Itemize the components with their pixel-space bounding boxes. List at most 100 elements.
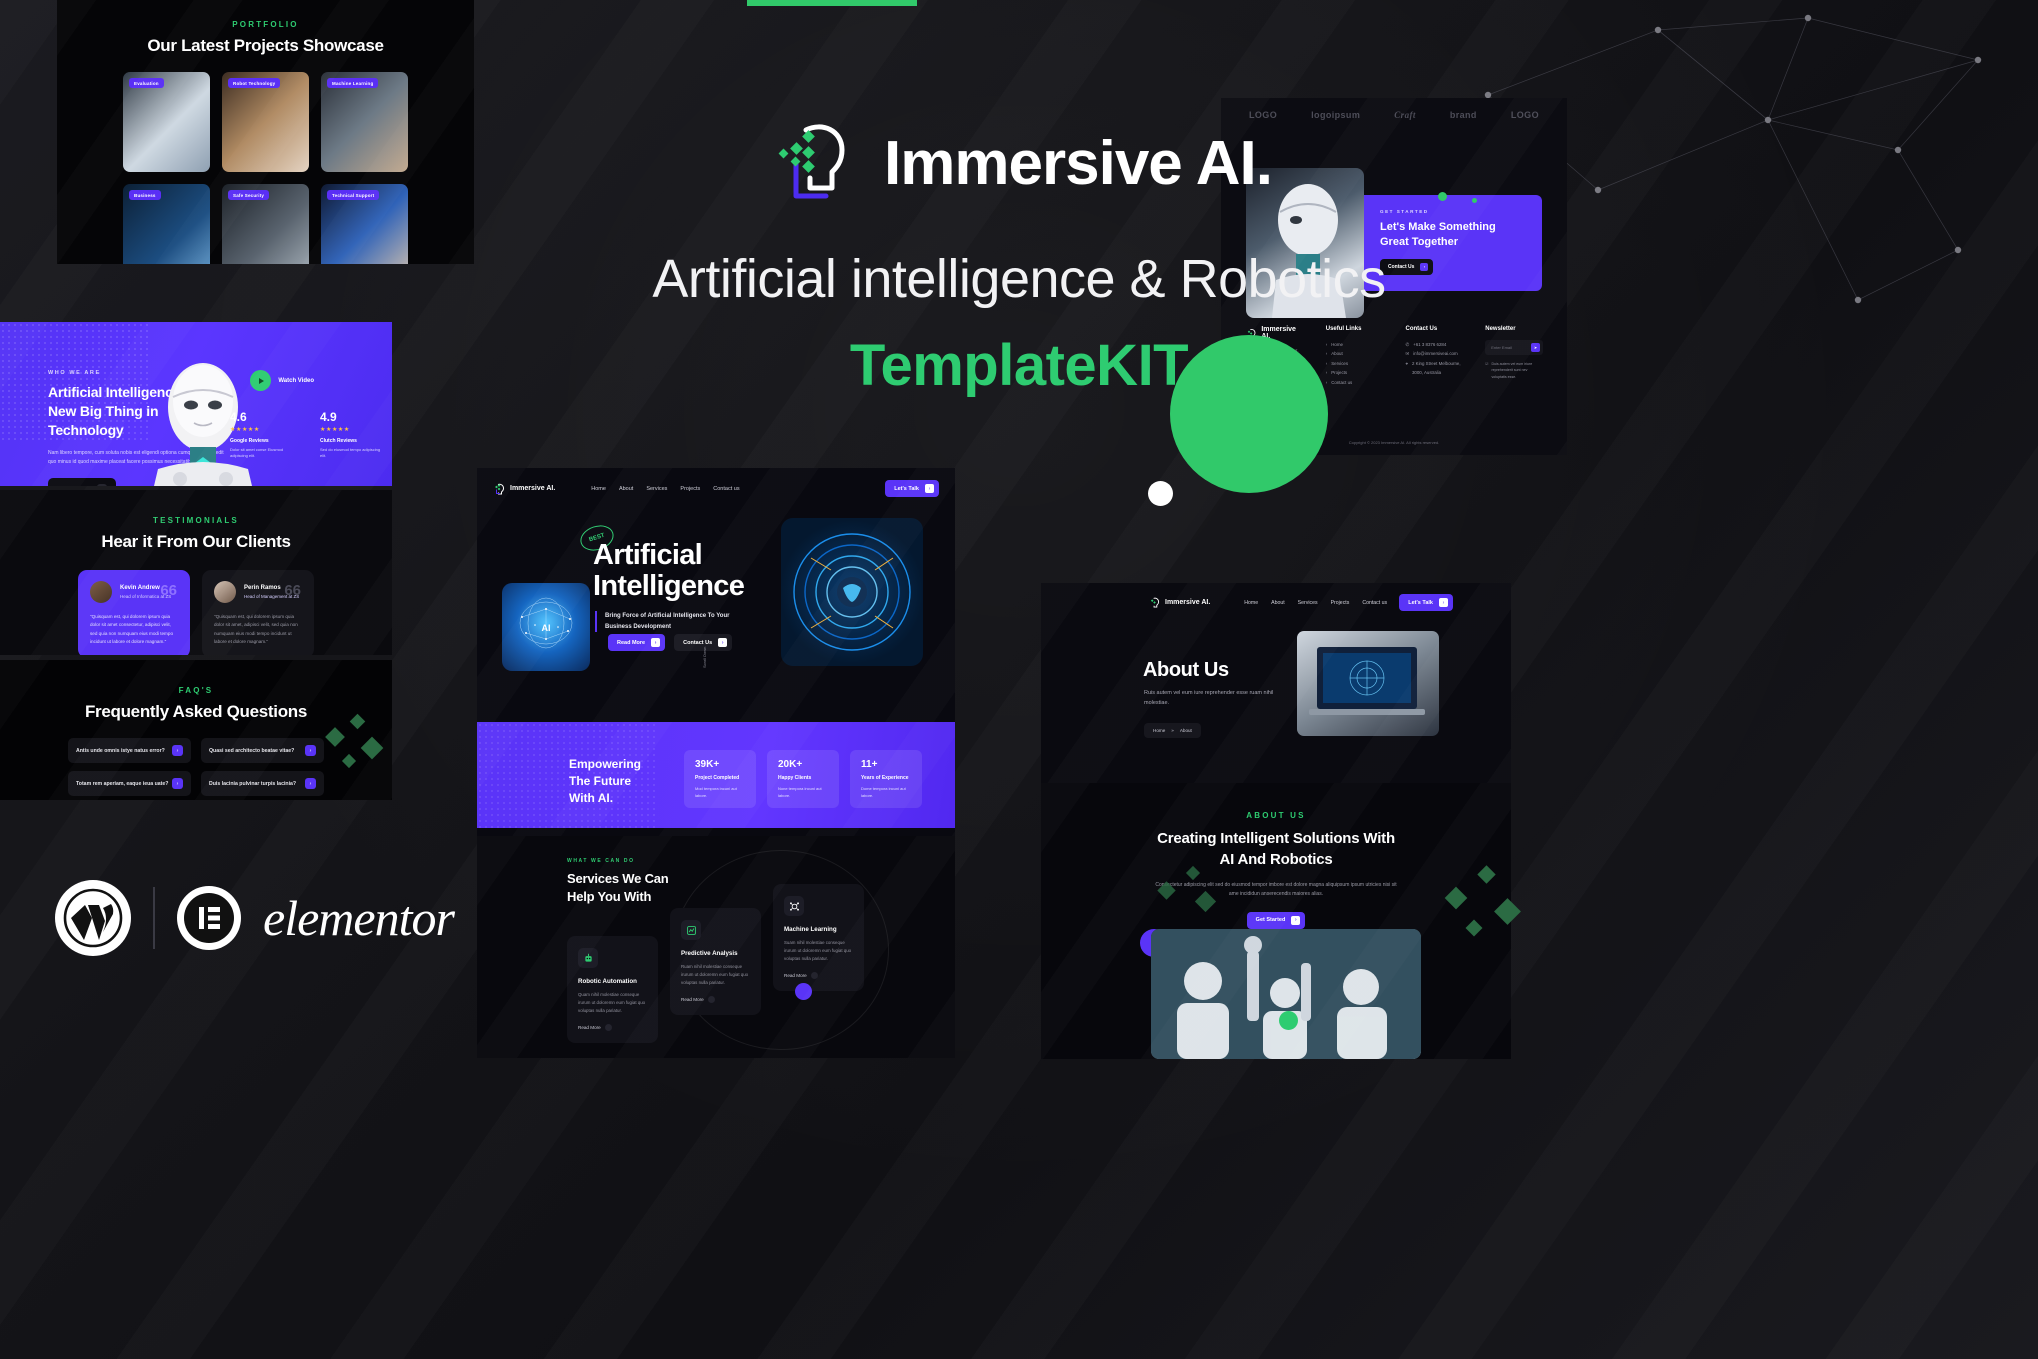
breadcrumb-current: About — [1179, 728, 1192, 733]
faq-item[interactable]: Totam rem aperiam, eaque ieua uate? › — [68, 771, 191, 796]
portfolio-tag: Robot Technology — [228, 78, 281, 88]
about-brand[interactable]: Immersive AI. — [1149, 597, 1210, 608]
portfolio-tag: Machine Learning — [327, 78, 379, 88]
service-readmore[interactable]: Read More — [578, 1023, 647, 1031]
mockup-hero-note: Bring Force of Artificial Intelligence T… — [595, 611, 729, 632]
faq-item[interactable]: Duis lacinia pulvinar turpis lacinia? › — [201, 771, 324, 796]
green-dot-decoration — [1279, 1011, 1298, 1030]
hero-templatekit-label: TemplateKIT — [849, 333, 1189, 398]
stat-label: Years of Experience — [861, 775, 909, 781]
nav-link-home[interactable]: Home — [1244, 600, 1258, 606]
quote-icon: 66 — [284, 582, 301, 599]
service-name: Robotic Automation — [578, 978, 637, 985]
green-diamonds-decoration — [1444, 865, 1521, 937]
platform-logos: elementor — [55, 880, 455, 956]
read-more-button[interactable]: Read More › — [608, 634, 666, 651]
nav-link-contact[interactable]: Contact us — [713, 486, 739, 492]
rating-score: 4.6 — [230, 410, 247, 424]
green-diamonds-decoration — [1157, 865, 1217, 913]
creating-eyebrow: ABOUT US — [1246, 811, 1306, 820]
faq-question: Duis lacinia pulvinar turpis lacinia? — [209, 780, 297, 787]
elementor-wordmark: elementor — [263, 890, 455, 946]
get-started-button[interactable]: Get Started › — [48, 477, 117, 486]
service-readmore[interactable]: Read More — [784, 971, 853, 979]
about-brand-label: Immersive AI. — [1165, 599, 1211, 606]
service-card[interactable]: Robotic Automation Quam nihil molestiae … — [567, 936, 658, 1043]
chevron-right-icon: › — [651, 638, 661, 647]
hero-note-line2: Business Development — [605, 623, 672, 630]
testimonial-quote: "Quisquam est, qui dolorem ipsum quia do… — [90, 614, 173, 645]
faq-item[interactable]: Quasi sed architecto beatae vitae? › — [201, 738, 324, 763]
nav-link-services[interactable]: Services — [646, 486, 667, 492]
nav-link-projects[interactable]: Projects — [1331, 600, 1350, 606]
lets-talk-button[interactable]: Let's Talk › — [885, 480, 939, 497]
rating-source: Clutch Reviews — [320, 438, 357, 444]
rating-score: 4.9 — [320, 410, 337, 424]
portfolio-eyebrow: PORTFOLIO — [232, 20, 299, 29]
elementor-icon — [177, 886, 241, 950]
rating-item: 4.9 ★★★★★ Clutch Reviews Sed do eiusmod … — [320, 410, 382, 460]
faq-item[interactable]: Antis unde omnis istye natus error? › — [68, 738, 191, 763]
chevron-right-icon — [707, 995, 715, 1003]
breadcrumb[interactable]: Home » About — [1144, 723, 1201, 738]
services-panel[interactable]: WHAT WE CAN DO Services We Can Help You … — [477, 836, 955, 1058]
stat-desc: None tempora incuni aut labore. — [778, 786, 822, 798]
lets-talk-label: Let's Talk — [894, 485, 919, 492]
top-green-bar — [747, 0, 917, 6]
about-nav-links: Home About Services Projects Contact us — [1244, 600, 1387, 606]
stat-card: 11+ Years of Experience Dome tempora inc… — [850, 750, 922, 809]
portfolio-tag: Evaluation — [129, 78, 164, 88]
nav-link-services[interactable]: Services — [1298, 600, 1318, 606]
stats-panel[interactable]: Empowering The Future With AI. 39K+ Proj… — [477, 722, 955, 828]
about-mockup-panel[interactable]: Immersive AI. Home About Services Projec… — [1041, 583, 1511, 783]
rating-item: 4.6 ★★★★★ Google Reviews Dolor sit amet … — [230, 410, 292, 460]
faq-question: Antis unde omnis istye natus error? — [76, 747, 165, 754]
hero-section: Immersive AI. Artificial intelligence & … — [0, 120, 2038, 399]
analysis-icon — [681, 920, 701, 940]
stat-card: 39K+ Project Completed Mod tempora incun… — [684, 750, 756, 809]
nav-link-about[interactable]: About — [1271, 600, 1285, 606]
client-logos-row: LOGO logoipsum Craft brand LOGO — [1221, 98, 1567, 120]
read-more-label: Read More — [617, 639, 646, 646]
avatar — [90, 581, 112, 603]
service-text: Suam nihil molestiae conseque irurum ut … — [784, 940, 852, 961]
nav-link-about[interactable]: About — [619, 486, 633, 492]
nav-link-contact[interactable]: Contact us — [1362, 600, 1387, 606]
testimonials-panel[interactable]: TESTIMONIALS Hear it From Our Clients 66… — [0, 490, 392, 655]
about-title: About Us — [1143, 659, 1229, 681]
chevron-right-icon: › — [925, 484, 934, 493]
chevron-right-icon[interactable]: › — [305, 778, 316, 789]
service-card[interactable]: Predictive Analysis Ruam nihil molestiae… — [670, 908, 761, 1015]
service-card[interactable]: Machine Learning Suam nihil molestiae co… — [773, 884, 864, 991]
brand-name: Immersive AI. — [884, 128, 1273, 198]
rating-desc: Dolor sit amet conse Eiusmod adipiscing … — [230, 447, 284, 459]
chevron-right-icon[interactable]: › — [172, 778, 183, 789]
chevron-right-icon: › — [1439, 598, 1448, 607]
chevron-right-icon[interactable]: › — [172, 745, 183, 756]
stat-number: 20K+ — [778, 759, 803, 770]
service-readmore[interactable]: Read More — [681, 995, 750, 1003]
get-started-button[interactable]: Get Started › — [1246, 911, 1306, 929]
logo-divider — [153, 887, 155, 949]
ai-ring-image — [781, 518, 923, 666]
service-name: Predictive Analysis — [681, 950, 738, 957]
hero-title-line1: Artificial — [593, 539, 703, 571]
ai-head-icon — [1150, 597, 1160, 608]
chevron-right-icon: › — [1291, 915, 1301, 925]
testimonial-card[interactable]: 66 Perin Ramos Head of Management at ZS … — [202, 570, 314, 655]
lets-talk-button[interactable]: Let's Talk › — [1399, 594, 1453, 611]
nav-link-home[interactable]: Home — [591, 486, 606, 492]
nav-link-projects[interactable]: Projects — [680, 486, 700, 492]
rating-stars: ★★★★★ — [230, 427, 260, 433]
green-diamonds-decoration — [325, 713, 384, 769]
stat-label: Happy Clients — [778, 775, 812, 781]
breadcrumb-home[interactable]: Home — [1153, 728, 1165, 733]
chevron-right-icon — [810, 971, 818, 979]
chevron-right-icon — [604, 1023, 612, 1031]
stats-title-line2: The Future — [569, 773, 631, 788]
chevron-right-icon[interactable]: › — [305, 745, 316, 756]
testimonials-title: Hear it From Our Clients — [101, 532, 291, 551]
chevron-right-icon: › — [718, 638, 728, 647]
testimonial-card[interactable]: 66 Kevin Andrew Head of Informatica at Z… — [78, 570, 190, 655]
mockup-brand[interactable]: Immersive AI. — [493, 483, 555, 495]
